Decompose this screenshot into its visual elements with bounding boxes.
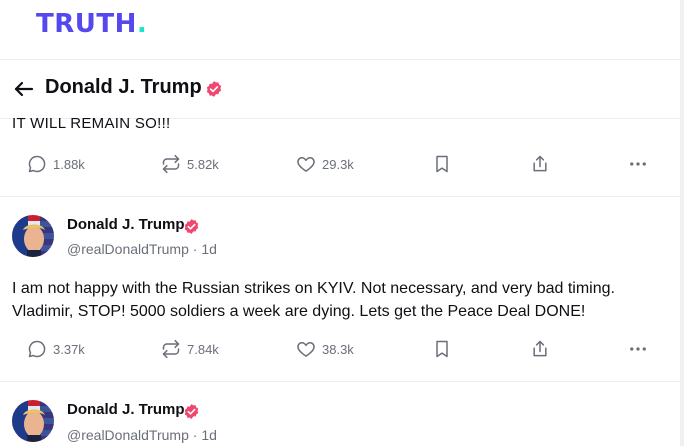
avatar[interactable]: [12, 400, 54, 442]
like-button[interactable]: 38.3k: [296, 331, 354, 367]
share-button[interactable]: [530, 331, 550, 367]
post-text: I am not happy with the Russian strikes …: [12, 280, 615, 320]
post: Donald J. Trump @realDonaldTrump · 1d: [0, 382, 684, 446]
reply-button[interactable]: 3.37k: [27, 331, 85, 367]
avatar[interactable]: [12, 215, 54, 257]
post: Donald J. Trump @realDonaldTrump · 1d I …: [0, 197, 684, 381]
author-name[interactable]: Donald J. Trump: [67, 401, 185, 418]
meta-separator: ·: [192, 241, 198, 257]
top-bar: TRUTH.: [0, 0, 684, 58]
like-button[interactable]: 29.3k: [296, 146, 354, 182]
share-icon: [533, 340, 547, 357]
more-horizontal-icon: [630, 162, 646, 166]
post-actions: 3.37k 7.84k 38.3k: [0, 331, 684, 367]
author-handle[interactable]: @realDonaldTrump: [67, 241, 189, 257]
verified-badge-icon: [184, 219, 199, 234]
comment-icon: [28, 155, 46, 173]
scrollbar[interactable]: [680, 0, 684, 446]
more-options-button[interactable]: [628, 331, 648, 367]
retruth-icon: [162, 339, 180, 359]
comment-icon: [28, 340, 46, 358]
bookmark-icon: [436, 340, 448, 358]
avatar-image: [12, 400, 54, 442]
post-timestamp[interactable]: 1d: [201, 241, 217, 257]
retruth-icon: [162, 154, 180, 174]
previous-post-actions: 1.88k 5.82k 29.3k: [0, 146, 684, 182]
previous-post-text: IT WILL REMAIN SO!!!: [12, 115, 171, 132]
page-title: Donald J. Trump: [45, 76, 202, 98]
author-handle[interactable]: @realDonaldTrump: [67, 427, 189, 443]
profile-header: Donald J. Trump: [0, 59, 684, 119]
reply-button[interactable]: 1.88k: [27, 146, 85, 182]
truth-logo[interactable]: TRUTH.: [36, 9, 147, 39]
meta-separator: ·: [192, 427, 198, 443]
bookmark-button[interactable]: [432, 331, 452, 367]
verified-badge-icon: [184, 404, 199, 419]
post-timestamp[interactable]: 1d: [201, 427, 217, 443]
retruth-button[interactable]: 7.84k: [161, 331, 219, 367]
heart-icon: [297, 157, 315, 172]
more-horizontal-icon: [630, 347, 646, 351]
bookmark-button[interactable]: [432, 146, 452, 182]
author-meta: @realDonaldTrump · 1d: [67, 241, 217, 257]
arrow-left-icon[interactable]: [12, 77, 36, 101]
share-icon: [533, 155, 547, 172]
bookmark-icon: [436, 155, 448, 173]
retruth-button[interactable]: 5.82k: [161, 146, 219, 182]
verified-badge-icon: [206, 81, 222, 97]
share-button[interactable]: [530, 146, 550, 182]
avatar-image: [12, 215, 54, 257]
author-meta: @realDonaldTrump · 1d: [67, 427, 217, 443]
author-name[interactable]: Donald J. Trump: [67, 216, 185, 233]
heart-icon: [297, 342, 315, 357]
more-options-button[interactable]: [628, 146, 648, 182]
